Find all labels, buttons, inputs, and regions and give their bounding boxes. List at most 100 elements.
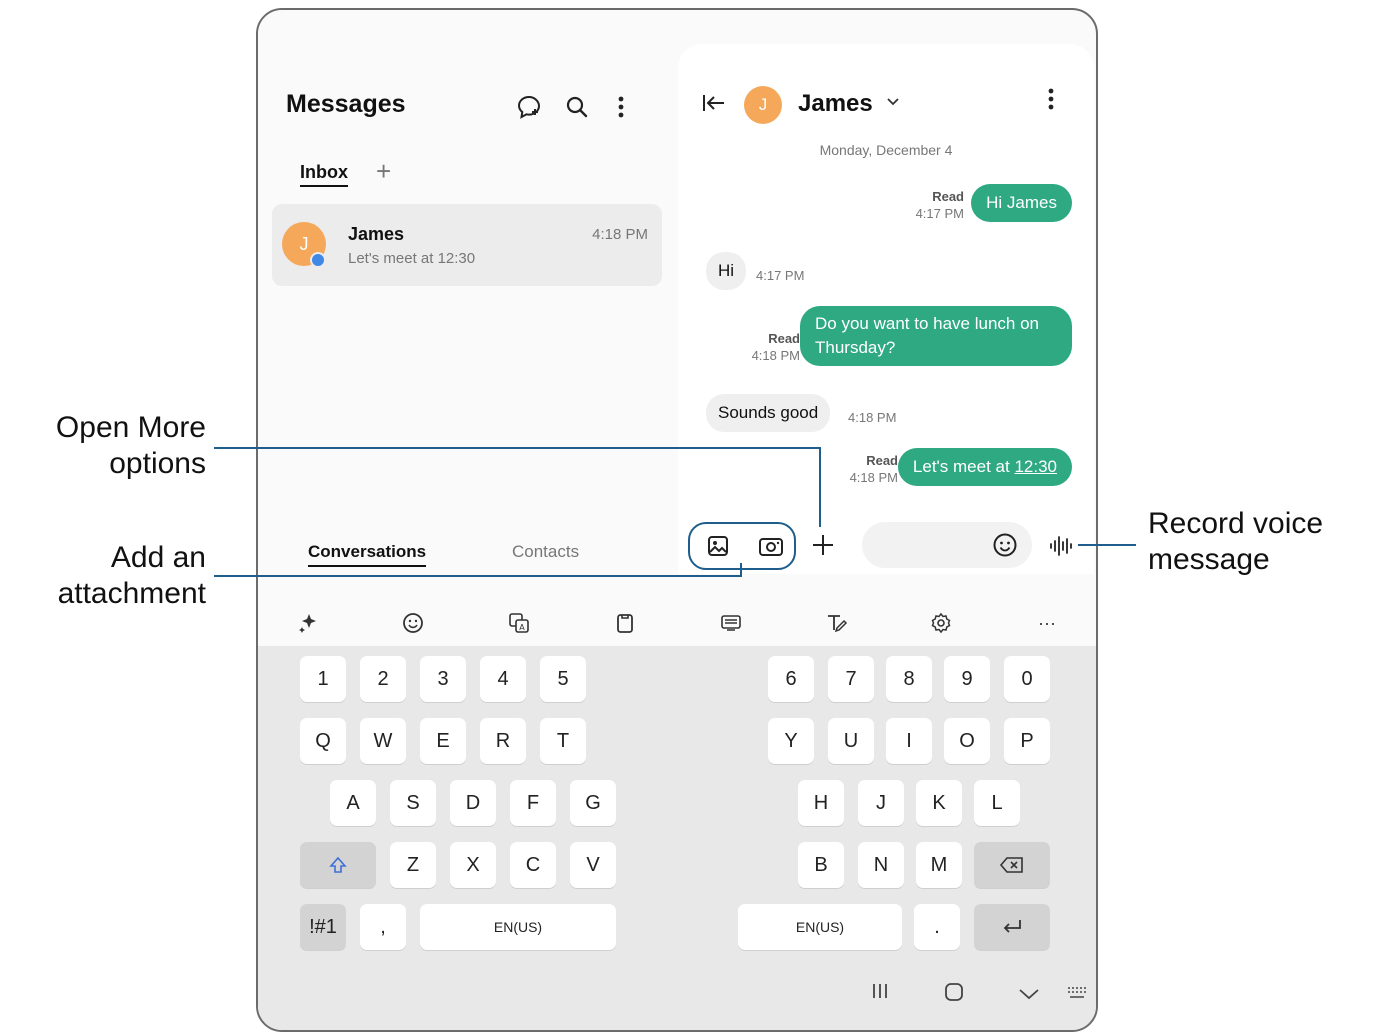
read-status: Read — [866, 453, 898, 468]
key-z[interactable]: Z — [390, 842, 436, 888]
callout-add-attachment-line2: attachment — [57, 577, 206, 610]
message-time: 4:18 PM — [751, 348, 800, 363]
key-s[interactable]: S — [390, 780, 436, 826]
key-h[interactable]: H — [798, 780, 844, 826]
gallery-icon[interactable] — [706, 534, 730, 563]
key-x[interactable]: X — [450, 842, 496, 888]
contact-name[interactable]: James — [798, 90, 873, 118]
conversation-item-james[interactable]: J James Let's meet at 12:30 4:18 PM — [272, 204, 662, 286]
add-tab-button[interactable]: + — [376, 156, 391, 187]
period-key[interactable]: . — [914, 904, 960, 950]
toolbar-more-icon[interactable]: ··· — [1032, 608, 1062, 638]
new-chat-icon[interactable] — [514, 92, 544, 122]
backspace-icon — [999, 857, 1023, 873]
more-options-plus-icon[interactable] — [810, 532, 836, 563]
collapse-back-icon[interactable] — [702, 92, 726, 120]
translate-icon[interactable]: A — [504, 608, 534, 638]
key-4[interactable]: 4 — [480, 656, 526, 702]
tab-contacts[interactable]: Contacts — [512, 542, 579, 562]
key-c[interactable]: C — [510, 842, 556, 888]
keyboard-toolbar: A ··· — [258, 596, 1096, 650]
hide-keyboard-icon[interactable] — [1018, 984, 1040, 1007]
key-m[interactable]: M — [916, 842, 962, 888]
key-3[interactable]: 3 — [420, 656, 466, 702]
key-l[interactable]: L — [974, 780, 1020, 826]
camera-icon[interactable] — [758, 534, 784, 563]
home-icon[interactable] — [944, 982, 964, 1008]
chat-pane: J James Monday, December 4 Read 4:17 PM … — [678, 44, 1094, 574]
space-key-left[interactable]: EN(US) — [420, 904, 616, 950]
time-link[interactable]: 12:30 — [1014, 457, 1057, 476]
shift-key[interactable] — [300, 842, 376, 888]
settings-gear-icon[interactable] — [926, 608, 956, 638]
conversation-list-pane: Messages Inbox + J James Let's meet at 1… — [258, 10, 676, 630]
key-j[interactable]: J — [858, 780, 904, 826]
keyboard-switch-icon[interactable] — [1066, 984, 1088, 1007]
more-options-icon[interactable] — [606, 92, 636, 122]
key-p[interactable]: P — [1004, 718, 1050, 764]
key-0[interactable]: 0 — [1004, 656, 1050, 702]
message-bubble-outgoing[interactable]: Hi James — [971, 184, 1072, 222]
svg-text:A: A — [519, 623, 525, 632]
key-5[interactable]: 5 — [540, 656, 586, 702]
key-r[interactable]: R — [480, 718, 526, 764]
ai-sparkle-icon[interactable] — [294, 608, 324, 638]
voice-record-icon[interactable] — [1048, 534, 1074, 563]
key-t[interactable]: T — [540, 718, 586, 764]
comma-key[interactable]: , — [360, 904, 406, 950]
emoji-icon[interactable] — [992, 532, 1018, 563]
key-g[interactable]: G — [570, 780, 616, 826]
key-2[interactable]: 2 — [360, 656, 406, 702]
key-f[interactable]: F — [510, 780, 556, 826]
tab-inbox[interactable]: Inbox — [300, 162, 348, 187]
callout-record-voice-line1: Record voice — [1148, 507, 1324, 540]
contact-avatar[interactable]: J — [744, 86, 782, 124]
key-v[interactable]: V — [570, 842, 616, 888]
callout-add-attachment: Add an attachment — [58, 540, 206, 612]
callout-line-record-voice — [1078, 544, 1136, 546]
bottom-tab-bar: Conversations Contacts — [258, 530, 676, 580]
key-6[interactable]: 6 — [768, 656, 814, 702]
key-o[interactable]: O — [944, 718, 990, 764]
callout-record-voice: Record voice message — [1148, 506, 1323, 578]
search-icon[interactable] — [562, 92, 592, 122]
chat-more-options-icon[interactable] — [1048, 88, 1054, 115]
key-7[interactable]: 7 — [828, 656, 874, 702]
keyboard: 1 2 3 4 5 6 7 8 9 0 Q W E R T Y U I O P … — [258, 646, 1096, 976]
tab-conversations[interactable]: Conversations — [308, 542, 427, 567]
message-bubble-incoming[interactable]: Sounds good — [706, 394, 831, 432]
recents-icon[interactable] — [870, 982, 890, 1006]
key-b[interactable]: B — [798, 842, 844, 888]
symbols-key[interactable]: !#1 — [300, 904, 346, 950]
key-e[interactable]: E — [420, 718, 466, 764]
key-a[interactable]: A — [330, 780, 376, 826]
keyboard-mode-icon[interactable] — [716, 608, 746, 638]
key-8[interactable]: 8 — [886, 656, 932, 702]
callout-line-open-more-vertical — [819, 447, 821, 527]
key-1[interactable]: 1 — [300, 656, 346, 702]
message-bubble-outgoing[interactable]: Let's meet at 12:30 — [897, 448, 1072, 486]
message-time: 4:17 PM — [915, 206, 964, 221]
key-y[interactable]: Y — [768, 718, 814, 764]
key-q[interactable]: Q — [300, 718, 346, 764]
handwriting-icon[interactable] — [822, 608, 852, 638]
key-i[interactable]: I — [886, 718, 932, 764]
callout-line-add-attachment — [214, 575, 742, 577]
message-time: 4:17 PM — [756, 268, 805, 283]
message-bubble-incoming[interactable]: Hi — [706, 252, 747, 290]
clipboard-icon[interactable] — [610, 608, 640, 638]
message-bubble-outgoing[interactable]: Do you want to have lunch on Thursday? — [800, 306, 1072, 366]
key-n[interactable]: N — [858, 842, 904, 888]
backspace-key[interactable] — [974, 842, 1050, 888]
key-k[interactable]: K — [916, 780, 962, 826]
key-u[interactable]: U — [828, 718, 874, 764]
space-key-right[interactable]: EN(US) — [738, 904, 902, 950]
key-9[interactable]: 9 — [944, 656, 990, 702]
enter-key[interactable] — [974, 904, 1050, 950]
key-d[interactable]: D — [450, 780, 496, 826]
emoji-keyboard-icon[interactable] — [398, 608, 428, 638]
unread-indicator — [310, 252, 326, 268]
key-w[interactable]: W — [360, 718, 406, 764]
message-time: 4:18 PM — [849, 470, 898, 485]
chevron-down-icon[interactable] — [886, 94, 900, 112]
